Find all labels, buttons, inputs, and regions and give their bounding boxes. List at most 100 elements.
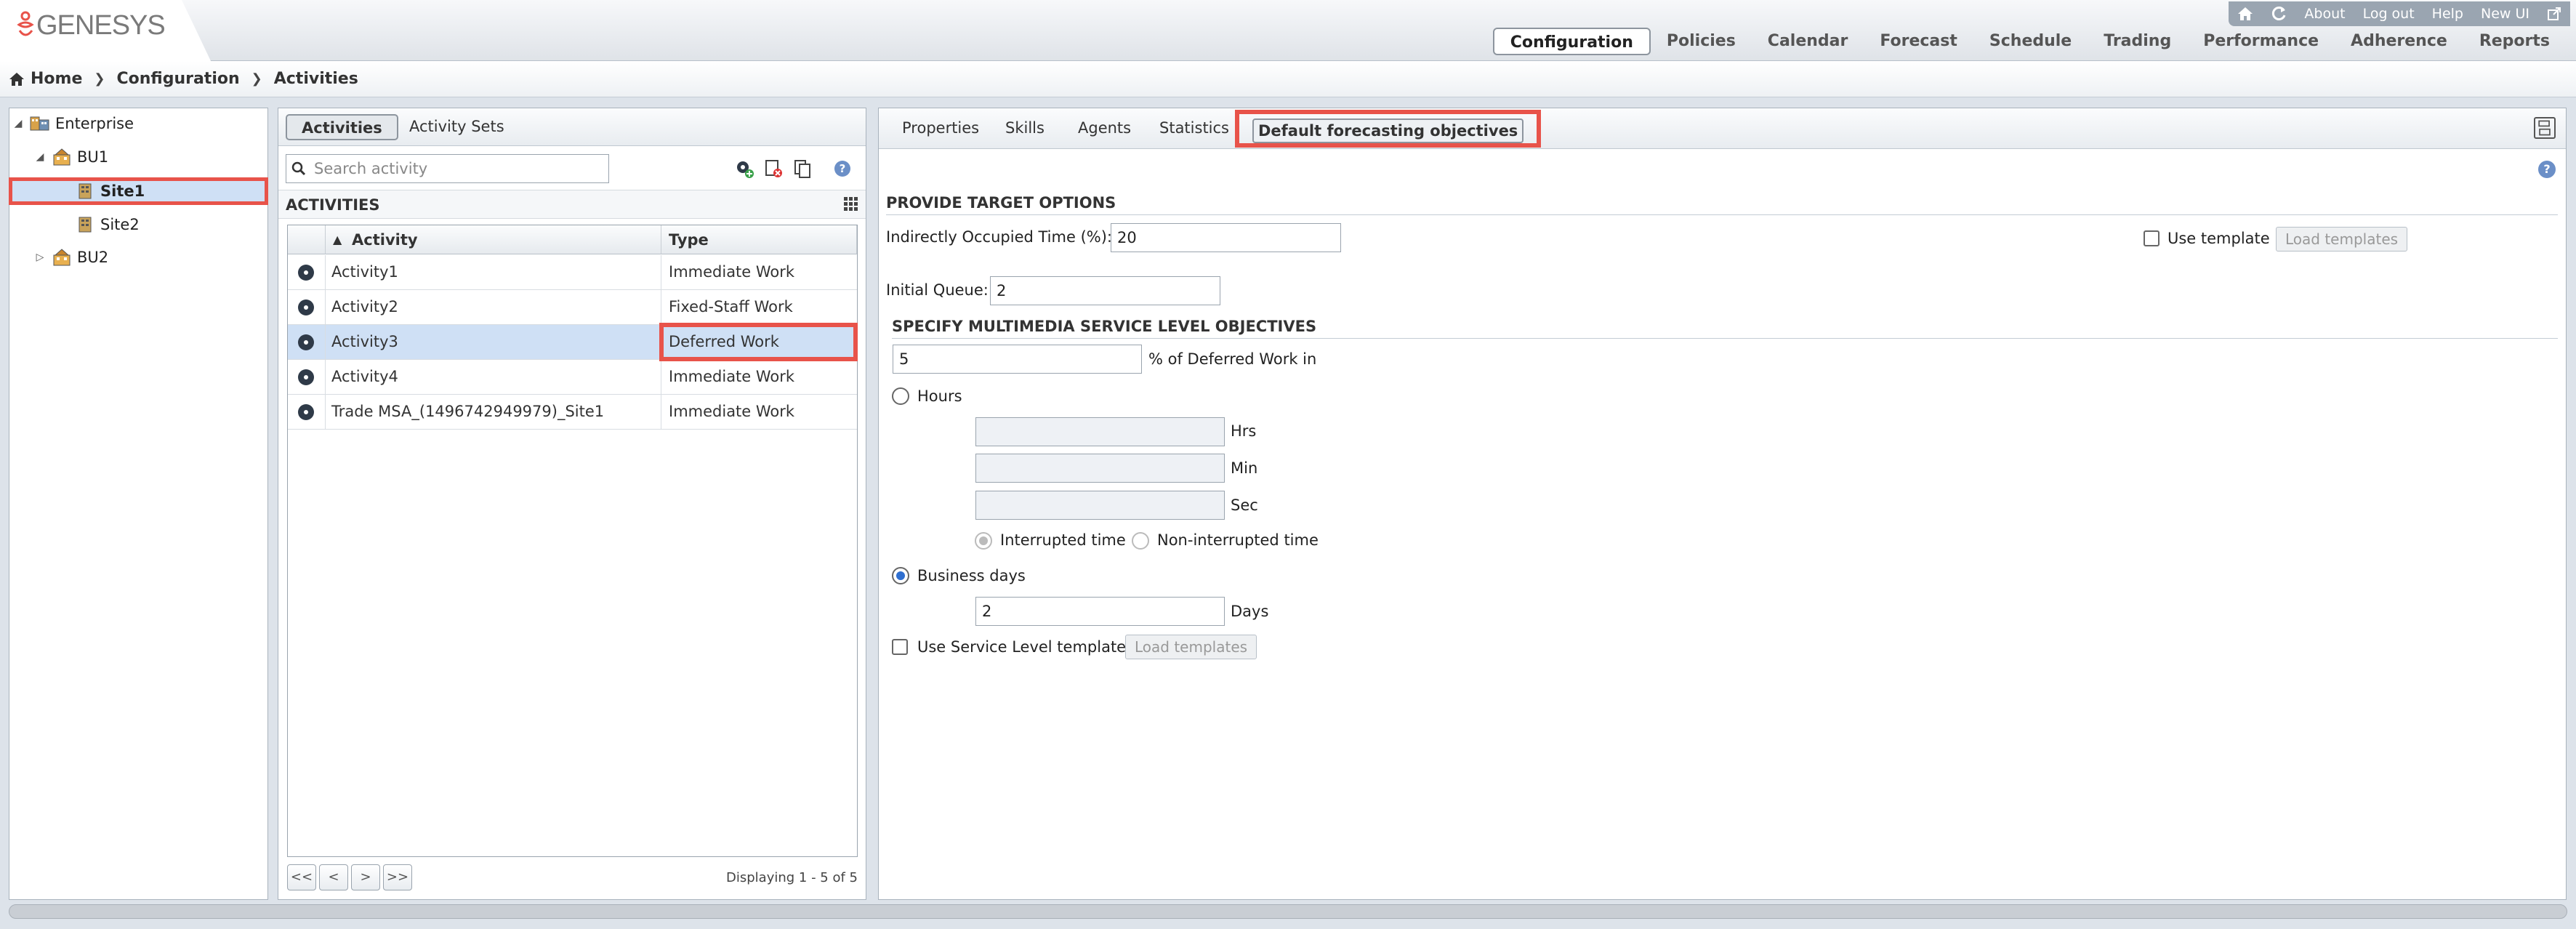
days-label: Days	[1231, 603, 1269, 620]
expand-triangle-icon[interactable]: ◢	[12, 118, 25, 129]
tree-label-bu1: BU1	[77, 148, 109, 166]
cell-type: Immediate Work	[669, 263, 795, 281]
activities-section-title: ACTIVITIES	[278, 190, 866, 219]
tree-node-bu1[interactable]: ◢ BU1	[33, 143, 109, 171]
hours-radio[interactable]	[892, 387, 909, 405]
tab-properties[interactable]: Properties	[892, 114, 989, 143]
use-template-label: Use template	[2168, 230, 2270, 247]
genesys-logo-icon	[17, 11, 34, 36]
service-level-header: SPECIFY MULTIMEDIA SERVICE LEVEL OBJECTI…	[892, 318, 2558, 339]
tree-node-enterprise[interactable]: ◢ Enterprise	[12, 110, 134, 137]
seconds-input[interactable]	[975, 491, 1225, 520]
help-icon[interactable]: ?	[834, 161, 850, 177]
collapsed-triangle-icon[interactable]: ▷	[33, 252, 47, 263]
breadcrumb: Home ❯ Configuration ❯ Activities	[0, 61, 2576, 97]
horizontal-scrollbar[interactable]	[9, 904, 2567, 919]
external-link-icon	[2548, 7, 2561, 20]
tree-node-bu2[interactable]: ▷ BU2	[33, 244, 109, 271]
cell-activity: Activity4	[326, 360, 661, 394]
table-row[interactable]: Trade MSA_(1496742949979)_Site1 Immediat…	[288, 395, 857, 430]
nav-performance[interactable]: Performance	[2187, 28, 2335, 55]
refresh-button[interactable]	[2262, 1, 2295, 26]
home-util-button[interactable]	[2229, 1, 2262, 26]
save-icon[interactable]	[2534, 117, 2556, 139]
top-bar: GENESYS About Log out Help New UI Config…	[0, 0, 2576, 61]
utility-bar: About Log out Help New UI	[2229, 1, 2570, 26]
non-interrupted-time-radio[interactable]	[1132, 532, 1149, 550]
home-icon	[2238, 7, 2253, 20]
logout-link[interactable]: Log out	[2354, 1, 2423, 26]
last-page-button[interactable]: >>	[383, 864, 412, 890]
open-external-button[interactable]	[2538, 1, 2570, 26]
tab-agents[interactable]: Agents	[1068, 114, 1141, 143]
sec-label: Sec	[1231, 496, 1258, 514]
min-label: Min	[1231, 459, 1258, 477]
search-icon	[291, 161, 306, 176]
table-row[interactable]: Activity1 Immediate Work	[288, 255, 857, 290]
new-ui-link[interactable]: New UI	[2472, 1, 2538, 26]
expand-triangle-icon[interactable]: ◢	[33, 151, 47, 163]
use-sl-template-label: Use Service Level template	[917, 638, 1127, 656]
grid-header-type[interactable]: Type	[661, 225, 857, 254]
about-link[interactable]: About	[2295, 1, 2354, 26]
tab-label: Default forecasting objectives	[1252, 118, 1524, 143]
business-days-radio[interactable]	[892, 567, 909, 584]
interrupted-time-radio[interactable]	[975, 532, 992, 550]
nav-schedule[interactable]: Schedule	[1973, 28, 2088, 55]
interrupted-time-label: Interrupted time	[1000, 531, 1126, 549]
tree-node-site2[interactable]: Site2	[70, 211, 140, 238]
table-row[interactable]: Activity4 Immediate Work	[288, 360, 857, 395]
load-templates-button[interactable]: Load templates	[2276, 227, 2408, 252]
grid-header-activity[interactable]: ▲ Activity	[326, 225, 661, 254]
tab-skills[interactable]: Skills	[995, 114, 1055, 143]
enterprise-icon	[30, 116, 49, 131]
breadcrumb-activities: Activities	[273, 70, 358, 88]
tab-default-forecasting-objectives[interactable]: Default forecasting objectives	[1235, 110, 1542, 148]
first-page-button[interactable]: <<	[287, 864, 316, 890]
business-days-label: Business days	[917, 567, 1026, 584]
hours-input[interactable]	[975, 417, 1225, 446]
search-input[interactable]: Search activity	[286, 154, 609, 183]
help-link[interactable]: Help	[2423, 1, 2472, 26]
grid-header-activity-label: Activity	[352, 231, 418, 249]
use-template-checkbox[interactable]	[2144, 230, 2160, 246]
breadcrumb-configuration[interactable]: Configuration	[116, 70, 239, 88]
use-sl-template-checkbox[interactable]	[892, 639, 908, 655]
tab-statistics[interactable]: Statistics	[1149, 114, 1239, 143]
target-options-header: PROVIDE TARGET OPTIONS	[886, 194, 2558, 215]
tree-node-site1[interactable]: Site1	[70, 177, 145, 205]
table-row[interactable]: Activity2 Fixed-Staff Work	[288, 290, 857, 325]
activities-grid: ▲ Activity Type Activity1 Immediate Work…	[287, 225, 858, 857]
nav-calendar[interactable]: Calendar	[1752, 28, 1864, 55]
nav-configuration[interactable]: Configuration	[1492, 28, 1651, 55]
tab-activity-sets[interactable]: Activity Sets	[395, 114, 519, 140]
logo-text: GENESYS	[36, 10, 166, 41]
grid-menu-icon[interactable]	[842, 196, 858, 212]
copy-activity-icon[interactable]	[793, 159, 812, 178]
help-icon[interactable]: ?	[2538, 161, 2556, 178]
nav-policies[interactable]: Policies	[1651, 28, 1752, 55]
nav-reports[interactable]: Reports	[2463, 28, 2566, 55]
nav-forecast[interactable]: Forecast	[1864, 28, 1973, 55]
load-sl-templates-button[interactable]: Load templates	[1125, 635, 1257, 659]
prev-page-button[interactable]: <	[319, 864, 348, 890]
nav-adherence[interactable]: Adherence	[2335, 28, 2463, 55]
initial-queue-input[interactable]: 2	[990, 276, 1220, 305]
site-icon	[79, 183, 92, 199]
days-input[interactable]: 2	[975, 597, 1225, 626]
add-activity-icon[interactable]	[735, 159, 754, 178]
next-page-button[interactable]: >	[351, 864, 380, 890]
cell-activity: Activity1	[326, 255, 661, 289]
percent-input[interactable]: 5	[893, 345, 1142, 374]
tab-activities[interactable]: Activities	[286, 114, 398, 140]
tree-label-site1: Site1	[100, 182, 145, 200]
nav-trading[interactable]: Trading	[2088, 28, 2187, 55]
activity-gear-icon	[298, 404, 314, 420]
tree-label-bu2: BU2	[77, 249, 109, 266]
breadcrumb-home[interactable]: Home	[31, 70, 82, 88]
tree-label-site2: Site2	[100, 216, 140, 233]
minutes-input[interactable]	[975, 454, 1225, 483]
non-interrupted-time-label: Non-interrupted time	[1157, 531, 1319, 549]
iot-input[interactable]: 20	[1111, 223, 1341, 252]
delete-activity-icon[interactable]	[764, 159, 783, 178]
